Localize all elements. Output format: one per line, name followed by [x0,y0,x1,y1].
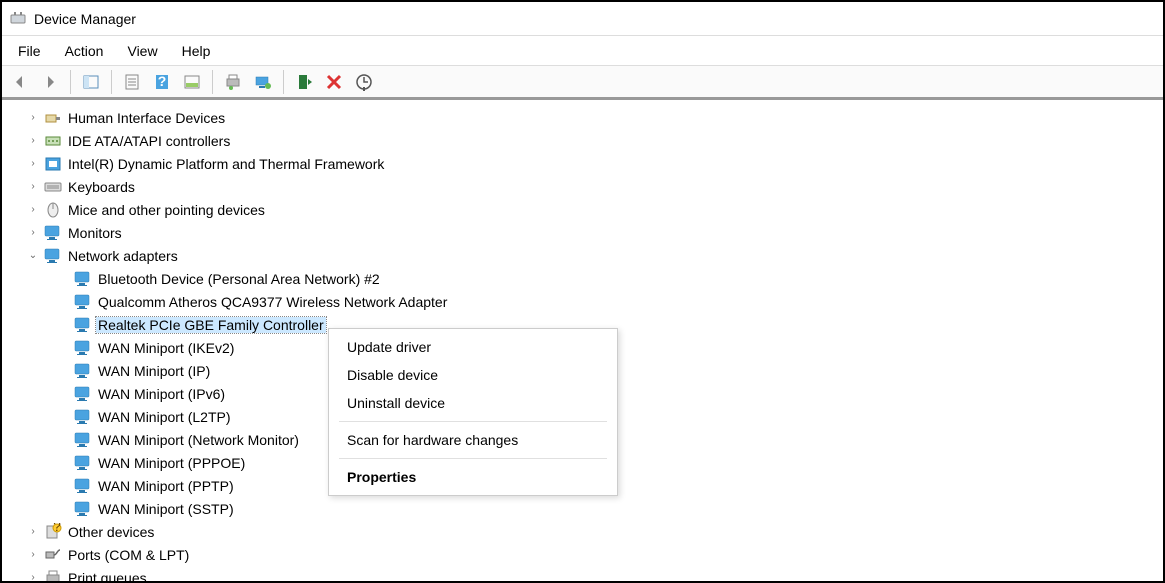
network-icon [74,477,92,495]
toolbar: ? [2,66,1163,100]
network-icon [74,316,92,334]
keyboard-icon [44,178,62,196]
network-icon [74,270,92,288]
network-icon [74,431,92,449]
toolbar-separator [212,70,213,94]
category-label: Human Interface Devices [66,110,227,126]
tree-device[interactable]: WAN Miniport (SSTP) [2,497,1163,520]
tree-category[interactable]: › Keyboards [2,175,1163,198]
tree-category[interactable]: › Intel(R) Dynamic Platform and Thermal F… [2,152,1163,175]
toolbar-separator [283,70,284,94]
network-icon [44,247,62,265]
tree-category[interactable]: › Ports (COM & LPT) [2,543,1163,566]
titlebar: Device Manager [2,2,1163,36]
forward-button[interactable] [36,68,64,96]
print-button[interactable] [219,68,247,96]
menu-view[interactable]: View [115,39,169,63]
update-driver-button[interactable] [249,68,277,96]
device-label: WAN Miniport (SSTP) [96,501,236,517]
tree-category[interactable]: ⌄ Network adapters [2,244,1163,267]
tree-category[interactable]: › Mice and other pointing devices [2,198,1163,221]
context-menu-item[interactable]: Uninstall device [329,389,617,417]
category-label: Keyboards [66,179,137,195]
tree-device[interactable]: Qualcomm Atheros QCA9377 Wireless Networ… [2,290,1163,313]
other-icon [44,523,62,541]
tree-category[interactable]: › Other devices [2,520,1163,543]
ide-icon [44,132,62,150]
device-label: WAN Miniport (IP) [96,363,212,379]
printqueue-icon [44,569,62,582]
tree-device[interactable]: Bluetooth Device (Personal Area Network)… [2,267,1163,290]
device-label: Qualcomm Atheros QCA9377 Wireless Networ… [96,294,449,310]
device-label: Bluetooth Device (Personal Area Network)… [96,271,382,287]
scan-hardware-button[interactable] [350,68,378,96]
hid-icon [44,109,62,127]
help-button[interactable]: ? [148,68,176,96]
show-hide-tree-button[interactable] [77,68,105,96]
network-icon [74,362,92,380]
expand-toggle[interactable]: › [26,158,40,169]
context-menu-separator [339,458,607,459]
tree-category[interactable]: › Monitors [2,221,1163,244]
device-label: WAN Miniport (PPTP) [96,478,236,494]
toolbar-separator [70,70,71,94]
category-label: Ports (COM & LPT) [66,547,191,563]
expand-toggle[interactable]: › [26,135,40,146]
platform-icon [44,155,62,173]
expand-toggle[interactable]: ⌄ [26,250,40,261]
expand-toggle[interactable]: › [26,526,40,537]
network-icon [74,408,92,426]
action-center-button[interactable] [178,68,206,96]
uninstall-device-button[interactable] [320,68,348,96]
menu-help[interactable]: Help [170,39,223,63]
device-manager-icon [10,11,26,27]
network-icon [74,500,92,518]
category-label: IDE ATA/ATAPI controllers [66,133,232,149]
category-label: Intel(R) Dynamic Platform and Thermal Fr… [66,156,386,172]
category-label: Network adapters [66,248,180,264]
window-title: Device Manager [34,11,136,27]
enable-device-button[interactable] [290,68,318,96]
network-icon [74,339,92,357]
menu-file[interactable]: File [6,39,53,63]
menu-action[interactable]: Action [53,39,116,63]
context-menu-item[interactable]: Update driver [329,333,617,361]
properties-button[interactable] [118,68,146,96]
expand-toggle[interactable]: › [26,227,40,238]
category-label: Mice and other pointing devices [66,202,267,218]
tree-category[interactable]: › Human Interface Devices [2,106,1163,129]
network-icon [74,385,92,403]
context-menu-item[interactable]: Scan for hardware changes [329,426,617,454]
network-icon [74,293,92,311]
tree-category[interactable]: › IDE ATA/ATAPI controllers [2,129,1163,152]
category-label: Print queues [66,570,149,582]
device-label: WAN Miniport (L2TP) [96,409,233,425]
context-menu-item[interactable]: Properties [329,463,617,491]
device-label: WAN Miniport (PPPOE) [96,455,247,471]
expand-toggle[interactable]: › [26,181,40,192]
expand-toggle[interactable]: › [26,572,40,581]
context-menu-separator [339,421,607,422]
menubar: File Action View Help [2,36,1163,66]
category-label: Monitors [66,225,124,241]
device-label: WAN Miniport (Network Monitor) [96,432,301,448]
svg-text:?: ? [158,73,167,89]
back-button[interactable] [6,68,34,96]
toolbar-separator [111,70,112,94]
context-menu: Update driverDisable deviceUninstall dev… [328,328,618,496]
expand-toggle[interactable]: › [26,204,40,215]
tree-category[interactable]: › Print queues [2,566,1163,581]
device-label: Realtek PCIe GBE Family Controller [96,317,326,333]
monitor-icon [44,224,62,242]
network-icon [74,454,92,472]
device-label: WAN Miniport (IKEv2) [96,340,236,356]
category-label: Other devices [66,524,156,540]
context-menu-item[interactable]: Disable device [329,361,617,389]
expand-toggle[interactable]: › [26,112,40,123]
expand-toggle[interactable]: › [26,549,40,560]
ports-icon [44,546,62,564]
device-label: WAN Miniport (IPv6) [96,386,227,402]
mouse-icon [44,201,62,219]
